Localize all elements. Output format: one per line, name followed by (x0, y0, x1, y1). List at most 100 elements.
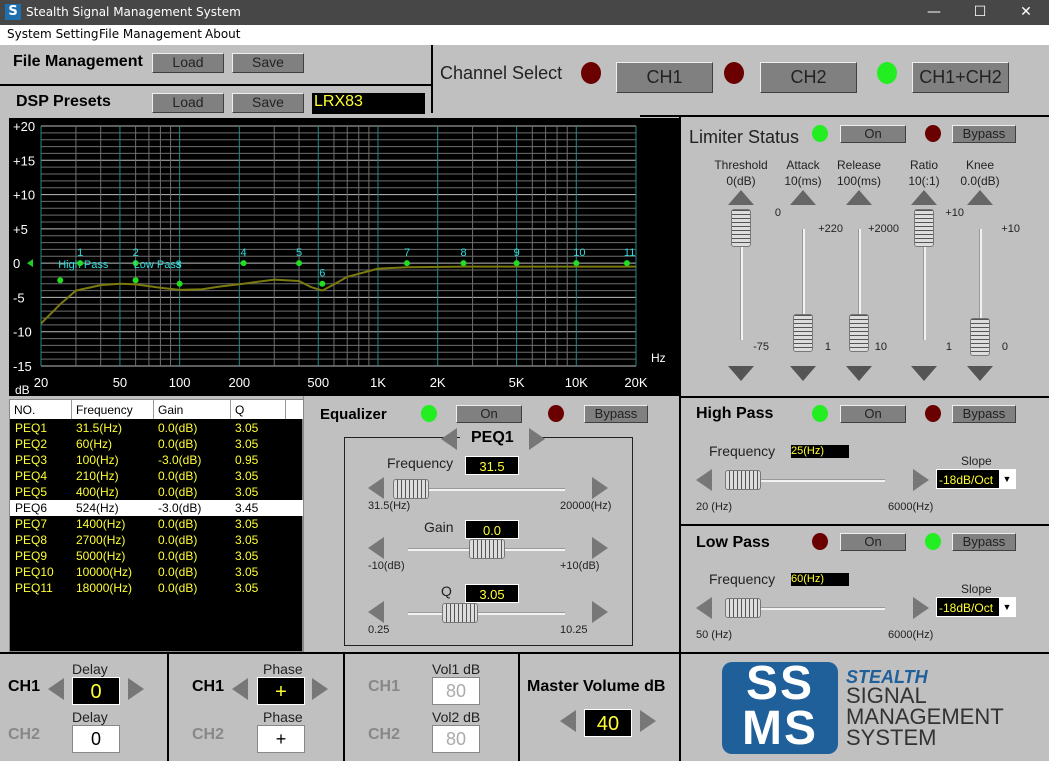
col-header-gain[interactable]: Gain (154, 400, 231, 419)
close-button[interactable]: ✕ (1003, 0, 1049, 25)
master-volume-value[interactable]: 40 (584, 709, 632, 737)
hp-frequency-slider-thumb[interactable] (725, 470, 761, 490)
preset-name-field[interactable]: LRX83 (312, 93, 425, 114)
lp-slope-select[interactable]: -18dB/Oct ▼ (936, 597, 1016, 617)
delay-decrease-arrow-icon[interactable] (48, 678, 64, 700)
lp-on-button[interactable]: On (840, 533, 906, 551)
phase-ch2-value[interactable]: + (257, 725, 305, 753)
table-row[interactable]: PEQ5 400(Hz) 0.0(dB) 3.05 (10, 484, 304, 500)
col-header-no[interactable]: NO. (10, 400, 72, 419)
table-row[interactable]: PEQ11 18000(Hz) 0.0(dB) 3.05 (10, 580, 304, 596)
vol2-value[interactable]: 80 (432, 725, 480, 753)
eq-point[interactable] (77, 260, 84, 267)
eq-bypass-button[interactable]: Bypass (584, 405, 648, 423)
ratio-increase-arrow-icon[interactable] (911, 190, 937, 205)
attack-decrease-arrow-icon[interactable] (790, 366, 816, 381)
limiter-on-button[interactable]: On (840, 125, 906, 143)
phase-increase-arrow-icon[interactable] (312, 678, 328, 700)
ratio-decrease-arrow-icon[interactable] (911, 366, 937, 381)
eq-response-plot[interactable]: +20 +15 +10 +5 0 -5 -10 -1520 50 100 200 500 1K 2K 5K 1… (9, 118, 679, 397)
eq-gain-slider-thumb[interactable] (468, 539, 505, 559)
hp-decrease-arrow-icon[interactable] (696, 469, 712, 491)
eq-point[interactable] (240, 260, 247, 267)
eq-point[interactable] (57, 277, 64, 284)
eq-frequency-increase-arrow-icon[interactable] (592, 477, 608, 499)
hp-slope-select[interactable]: -18dB/Oct ▼ (936, 469, 1016, 489)
table-row[interactable]: PEQ10 10000(Hz) 0.0(dB) 3.05 (10, 564, 304, 580)
eq-point[interactable] (460, 260, 467, 267)
table-row[interactable]: PEQ4 210(Hz) 0.0(dB) 3.05 (10, 468, 304, 484)
table-row[interactable]: PEQ9 5000(Hz) 0.0(dB) 3.05 (10, 548, 304, 564)
threshold-increase-arrow-icon[interactable] (728, 190, 754, 205)
lp-frequency-slider-thumb[interactable] (725, 598, 761, 618)
ch1-button[interactable]: CH1 (616, 62, 713, 93)
eq-frequency-slider-thumb[interactable] (393, 479, 429, 499)
menu-about[interactable]: About (205, 27, 240, 41)
eq-point[interactable] (132, 277, 139, 284)
eq-on-button[interactable]: On (456, 405, 522, 423)
peq-table[interactable]: NO. Frequency Gain Q PEQ1 31.5(Hz) 0.0(dB)… (9, 399, 304, 652)
table-row[interactable]: PEQ7 1400(Hz) 0.0(dB) 3.05 (10, 516, 304, 532)
knee-decrease-arrow-icon[interactable] (967, 366, 993, 381)
eq-frequency-decrease-arrow-icon[interactable] (368, 477, 384, 499)
knee-increase-arrow-icon[interactable] (967, 190, 993, 205)
ch2-button[interactable]: CH2 (760, 62, 857, 93)
table-row[interactable]: PEQ8 2700(Hz) 0.0(dB) 3.05 (10, 532, 304, 548)
phase-decrease-arrow-icon[interactable] (232, 678, 248, 700)
delay-ch2-value[interactable]: 0 (72, 725, 120, 753)
threshold-decrease-arrow-icon[interactable] (728, 366, 754, 381)
preset-save-button[interactable]: Save (232, 93, 304, 113)
col-header-frequency[interactable]: Frequency (72, 400, 154, 419)
eq-point[interactable] (573, 260, 580, 267)
chevron-down-icon[interactable]: ▼ (999, 470, 1015, 488)
eq-gain-increase-arrow-icon[interactable] (592, 537, 608, 559)
eq-gain-value[interactable]: 0.0 (465, 520, 519, 539)
maximize-button[interactable]: ☐ (957, 0, 1003, 25)
eq-response-chart[interactable]: +20 +15 +10 +5 0 -5 -10 -15 20 50 100 200 500 1K 2K 5K 1… (9, 118, 679, 397)
table-row[interactable]: PEQ1 31.5(Hz) 0.0(dB) 3.05 (10, 420, 304, 436)
prev-band-arrow-icon[interactable] (441, 428, 457, 450)
eq-q-slider-thumb[interactable] (441, 603, 478, 623)
minimize-button[interactable]: — (911, 0, 957, 25)
eq-point[interactable] (623, 260, 630, 267)
table-row[interactable]: PEQ3 100(Hz) -3.0(dB) 0.95 (10, 452, 304, 468)
file-save-button[interactable]: Save (232, 53, 304, 73)
lp-increase-arrow-icon[interactable] (913, 597, 929, 619)
eq-frequency-value[interactable]: 31.5 (465, 456, 519, 475)
next-band-arrow-icon[interactable] (529, 428, 545, 450)
eq-point[interactable] (319, 280, 326, 287)
eq-q-increase-arrow-icon[interactable] (592, 601, 608, 623)
vol1-value[interactable]: 80 (432, 677, 480, 705)
delay-ch1-value[interactable]: 0 (72, 677, 120, 705)
hp-on-button[interactable]: On (840, 405, 906, 423)
master-decrease-arrow-icon[interactable] (560, 710, 576, 732)
hp-frequency-value[interactable]: 25(Hz) (791, 445, 849, 458)
eq-gain-decrease-arrow-icon[interactable] (368, 537, 384, 559)
release-increase-arrow-icon[interactable] (846, 190, 872, 205)
lp-bypass-button[interactable]: Bypass (952, 533, 1016, 551)
attack-increase-arrow-icon[interactable] (790, 190, 816, 205)
eq-point[interactable] (513, 260, 520, 267)
eq-q-track[interactable] (408, 612, 565, 615)
lp-frequency-value[interactable]: 60(Hz) (791, 573, 849, 586)
eq-point[interactable] (176, 280, 183, 287)
table-row[interactable]: PEQ6 524(Hz) -3.0(dB) 3.45 (10, 500, 304, 516)
preset-load-button[interactable]: Load (152, 93, 224, 113)
master-increase-arrow-icon[interactable] (640, 710, 656, 732)
hp-increase-arrow-icon[interactable] (913, 469, 929, 491)
limiter-bypass-button[interactable]: Bypass (952, 125, 1016, 143)
release-decrease-arrow-icon[interactable] (846, 366, 872, 381)
table-row[interactable]: PEQ2 60(Hz) 0.0(dB) 3.05 (10, 436, 304, 452)
lp-decrease-arrow-icon[interactable] (696, 597, 712, 619)
eq-point[interactable] (296, 260, 303, 267)
col-header-q[interactable]: Q (231, 400, 286, 419)
phase-ch1-value[interactable]: + (257, 677, 305, 705)
menu-file-management[interactable]: File Management (99, 27, 202, 41)
menu-system-setting[interactable]: System Setting (7, 27, 99, 41)
eq-point[interactable] (403, 260, 410, 267)
chevron-down-icon[interactable]: ▼ (999, 598, 1015, 616)
delay-increase-arrow-icon[interactable] (128, 678, 144, 700)
file-load-button[interactable]: Load (152, 53, 224, 73)
hp-bypass-button[interactable]: Bypass (952, 405, 1016, 423)
eq-q-value[interactable]: 3.05 (465, 584, 519, 603)
